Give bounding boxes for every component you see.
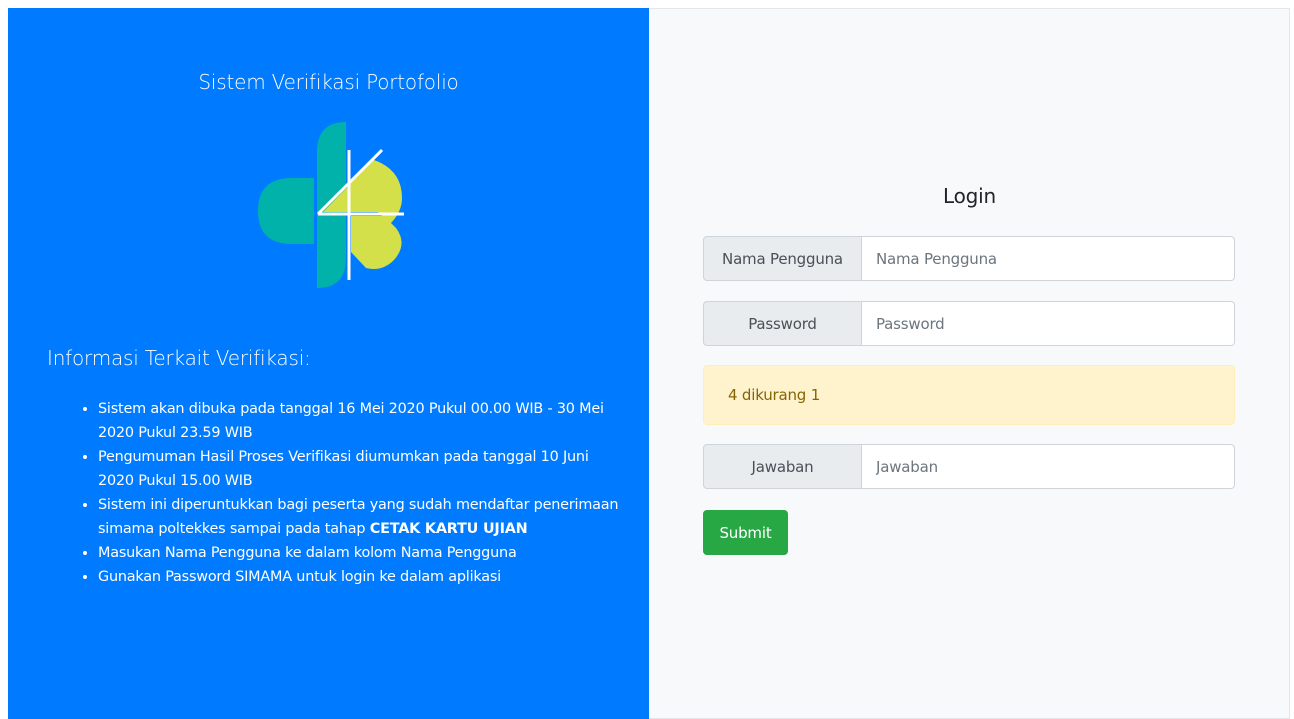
info-panel: Sistem Verifikasi Portofolio Informasi T… [8,8,649,719]
answer-label: Jawaban [703,444,862,489]
system-title: Sistem Verifikasi Portofolio [198,70,459,94]
captcha-question: 4 dikurang 1 [703,365,1235,425]
username-group: Nama Pengguna [703,236,1235,281]
username-label: Nama Pengguna [703,236,862,281]
login-panel: Login Nama Pengguna Password 4 dikurang … [649,8,1290,719]
answer-group: Jawaban [703,444,1235,489]
answer-input[interactable] [862,444,1235,489]
submit-button[interactable]: Submit [703,510,788,555]
info-heading: Informasi Terkait Verifikasi: [47,346,311,370]
ministry-logo-icon [258,122,404,288]
info-item: Gunakan Password SIMAMA untuk login ke d… [98,565,628,589]
info-list: Sistem akan dibuka pada tanggal 16 Mei 2… [80,397,628,589]
page: Sistem Verifikasi Portofolio Informasi T… [8,8,1290,719]
password-label: Password [703,301,862,346]
password-group: Password [703,301,1235,346]
info-item-text: Sistem ini diperuntukkan bagi peserta ya… [98,497,619,537]
info-item: Sistem ini diperuntukkan bagi peserta ya… [98,493,628,541]
info-item-bold: CETAK KARTU UJIAN [369,521,528,537]
login-title: Login [943,184,996,208]
info-item: Pengumuman Hasil Proses Verifikasi diumu… [98,445,628,493]
username-input[interactable] [862,236,1235,281]
info-item: Masukan Nama Pengguna ke dalam kolom Nam… [98,541,628,565]
info-item: Sistem akan dibuka pada tanggal 16 Mei 2… [98,397,628,445]
info-item-text: Pengumuman Hasil Proses Verifikasi diumu… [98,449,589,489]
password-input[interactable] [862,301,1235,346]
